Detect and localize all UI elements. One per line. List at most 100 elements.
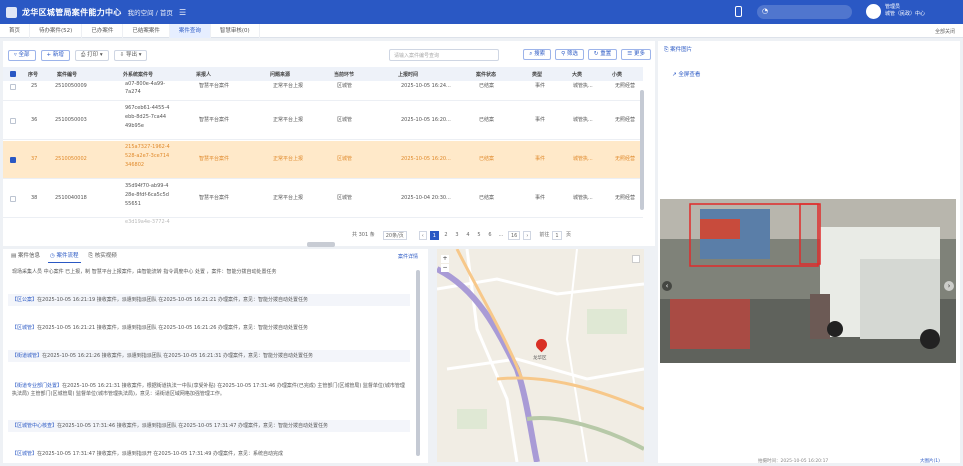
table-row-selected[interactable]: 37 2510050002 215a7327-1962-4 528-a2e7-3… — [3, 141, 643, 179]
table-row[interactable]: e3d19a4e-3772-4 — [3, 219, 643, 227]
page-4[interactable]: 4 — [464, 231, 472, 240]
page-5[interactable]: 5 — [475, 231, 483, 240]
all-button[interactable]: ▿ 全部 — [8, 49, 36, 61]
flow-scrollbar[interactable] — [416, 270, 420, 456]
detail-tabs: ▤ 案件信息 ◷ 案件流程 ⎘ 核实视频 — [3, 249, 119, 263]
user-org: 城管（民政）中心 — [885, 11, 926, 17]
row-cat: 城管执... — [573, 195, 593, 201]
page-6[interactable]: 6 — [486, 231, 494, 240]
image-tab[interactable]: ⎘ 案件图片 — [664, 45, 692, 54]
flow-log-item: 现场采集人员 中心案件 已上报，制 智慧平台上报案件，由智能流转 指令调度中心 … — [12, 269, 277, 275]
col-case-no[interactable]: 案件编号 — [57, 71, 77, 78]
col-node[interactable]: 当前环节 — [334, 71, 354, 78]
tab-case-flow[interactable]: ◷ 案件流程 — [47, 249, 81, 263]
next-page-button[interactable]: › — [523, 230, 532, 240]
tab-smart-review[interactable]: 智慧审核(0) — [211, 23, 260, 38]
col-ext-no[interactable]: 外系统案件号 — [123, 71, 153, 78]
table-row[interactable]: 38 2510040018 35d94f70-ab99-4 28e-8fdf-6… — [3, 180, 643, 218]
row-checkbox[interactable] — [10, 196, 16, 202]
map-zoom-out-button[interactable]: − — [441, 264, 449, 272]
page-size-select[interactable]: 20条/页 — [382, 230, 407, 240]
col-reporter[interactable]: 采报人 — [196, 71, 211, 78]
page-16[interactable]: 16 — [507, 230, 521, 240]
close-all-tabs[interactable]: 全部关闭 — [935, 28, 955, 35]
mobile-icon[interactable] — [735, 6, 742, 17]
total-count: 共 301 条 — [352, 231, 375, 238]
row-status: 已结案 — [479, 83, 495, 89]
row-reporter: 智慧平台案件 — [199, 117, 230, 123]
row-reporter: 智慧平台案件 — [199, 195, 230, 201]
select-all-checkbox[interactable] — [10, 71, 16, 77]
col-time[interactable]: 上报时间 — [398, 71, 418, 78]
photo-canvas — [660, 199, 956, 363]
row-ext-no-3: 49b95e — [125, 123, 144, 129]
case-search-input[interactable]: 请输入案件编号查询 — [389, 49, 499, 61]
tab-closed[interactable]: 已结案案件 — [123, 23, 170, 38]
row-source: 正常平台上报 — [273, 195, 304, 201]
case-location-map[interactable]: 龙华区 + − — [437, 249, 644, 462]
table-row[interactable]: 25 2510050009 a07-800e-4a99- 7a274 智慧平台案… — [3, 81, 643, 101]
more-button[interactable]: ☰ 更多 — [621, 49, 651, 60]
goto-page-input[interactable]: 1 — [552, 230, 562, 240]
tab-todo[interactable]: 待办案件(52) — [30, 23, 83, 38]
flow-log-item: 【街道城管】在2025-10-05 16:21:26 接收案件，派遣到指派团队 … — [8, 350, 410, 362]
map-fullscreen-icon[interactable] — [632, 255, 640, 263]
page-1[interactable]: 1 — [429, 230, 439, 240]
prev-page-button[interactable]: ‹ — [418, 230, 427, 240]
flow-log-item: 【区城管中心核查】在2025-10-05 17:31:46 接收案件，派遣到指派… — [8, 420, 410, 432]
col-type[interactable]: 类型 — [532, 71, 542, 78]
fullscreen-link[interactable]: ↗ 全屏查看 — [672, 70, 700, 78]
page-3[interactable]: 3 — [453, 231, 461, 240]
avatar[interactable] — [866, 4, 881, 19]
row-case-no[interactable]: 2510040018 — [55, 195, 87, 202]
photo-next-button[interactable]: › — [944, 281, 954, 291]
row-ext-no-3: 346802 — [125, 162, 145, 168]
tab-home[interactable]: 首页 — [0, 23, 31, 38]
map-zoom-in-button[interactable]: + — [441, 255, 449, 263]
row-time: 2025-10-05 16:24... — [401, 83, 451, 89]
filter-button[interactable]: ⚲ 筛选 — [555, 49, 584, 60]
goto-label: 前往 — [539, 231, 550, 238]
app-title: 龙华区城管局案件能力中心 — [22, 7, 122, 17]
col-cat[interactable]: 大类 — [572, 71, 582, 78]
menu-icon[interactable]: ☰ — [179, 8, 186, 17]
flow-log-item: 【区公案】在2025-10-05 16:21:19 接收案件，派遣到指派团队 在… — [8, 294, 410, 306]
user-info[interactable]: 管理员 城管（民政）中心 — [885, 4, 925, 18]
breadcrumb[interactable]: 我的空间 / 首页 — [128, 7, 173, 17]
table-scrollbar[interactable] — [640, 90, 644, 210]
row-node: 区城管 — [337, 117, 353, 123]
row-ext-no-2: 528-a2e7-3ce714 — [125, 153, 170, 159]
tab-case-query[interactable]: 案件查询 — [169, 23, 211, 38]
panel-splitter-handle[interactable] — [307, 242, 335, 247]
row-case-no[interactable]: 2510050002 — [55, 156, 87, 163]
col-source[interactable]: 问题来源 — [270, 71, 290, 78]
row-sub: 无照经营 — [615, 156, 636, 162]
print-button[interactable]: ⎙ 打印 ▾ — [74, 49, 109, 61]
tab-done[interactable]: 已办案件 — [82, 23, 124, 38]
app-logo — [6, 6, 17, 18]
col-status[interactable]: 案件状态 — [476, 71, 496, 78]
photo-count[interactable]: 大图片(1) — [920, 458, 940, 464]
row-checkbox[interactable] — [10, 157, 16, 163]
tab-verify-video[interactable]: ⎘ 核实视频 — [87, 249, 119, 263]
row-checkbox[interactable] — [10, 118, 16, 124]
table-row[interactable]: 36 2510050003 967ceb61-4455-4 ebb-8d25-7… — [3, 102, 643, 140]
row-checkbox[interactable] — [10, 84, 16, 90]
export-button[interactable]: ⇩ 导出 ▾ — [113, 49, 148, 61]
row-case-no[interactable]: 2510050003 — [55, 117, 87, 124]
reset-button[interactable]: ↻ 重置 — [587, 49, 618, 60]
notification-pill[interactable]: ◔ — [757, 5, 852, 19]
row-ext-no: a07-800e-4a99- — [125, 81, 166, 87]
case-detail-link[interactable]: 案件详情 — [398, 253, 418, 260]
col-seq[interactable]: 序号 — [28, 71, 38, 78]
page-2[interactable]: 2 — [442, 231, 450, 240]
col-sub[interactable]: 小类 — [612, 71, 622, 78]
add-button[interactable]: + 新增 — [40, 49, 70, 61]
photo-prev-button[interactable]: ‹ — [662, 281, 672, 291]
row-case-no[interactable]: 2510050009 — [55, 83, 87, 90]
page-ellipsis[interactable]: ... — [497, 231, 505, 240]
bell-icon: ◔ — [762, 7, 769, 15]
search-button[interactable]: ⌕ 搜索 — [523, 49, 552, 60]
case-photo[interactable]: ‹ › — [660, 199, 956, 363]
tab-case-info[interactable]: ▤ 案件信息 — [9, 249, 42, 263]
